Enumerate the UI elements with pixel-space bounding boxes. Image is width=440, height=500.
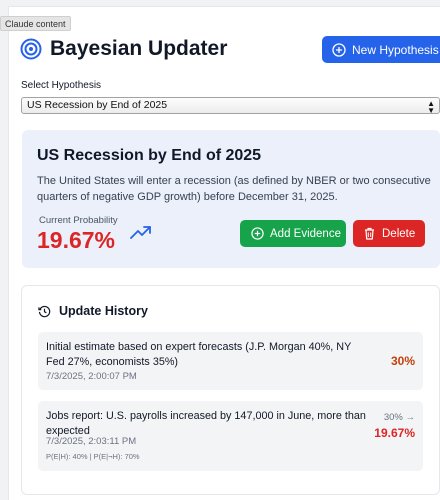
entry-timestamp: 7/3/2025, 2:00:07 PM — [46, 371, 137, 382]
history-icon — [38, 305, 51, 317]
plus-circle-icon — [251, 227, 264, 240]
delete-label: Delete — [382, 227, 416, 240]
entry-prior-probability: 30% → — [383, 412, 415, 423]
entry-probability: 30% — [390, 354, 415, 368]
hypothesis-title: US Recession by End of 2025 — [37, 147, 262, 164]
target-icon — [20, 38, 42, 60]
history-entry: Initial estimate based on expert forecas… — [38, 332, 423, 390]
hypothesis-description: The United States will enter a recession… — [37, 175, 431, 203]
probability-value: 19.67% — [37, 227, 116, 253]
trash-icon — [365, 227, 374, 240]
entry-probability: 19.67% — [374, 426, 415, 440]
update-history-panel: Update History Initial estimate based on… — [21, 285, 440, 495]
trending-up-icon — [130, 226, 151, 239]
entry-text: Jobs report: U.S. payrolls increased by … — [46, 410, 366, 437]
select-value: US Recession by End of 2025 — [27, 99, 168, 111]
probability-label: Current Probability — [39, 215, 118, 226]
entry-timestamp: 7/3/2025, 2:03:11 PM — [46, 436, 137, 447]
header: Bayesian Updater New Hypothesis — [20, 36, 440, 66]
history-header: Update History — [38, 304, 148, 318]
delete-button[interactable]: Delete — [353, 220, 425, 247]
select-arrows-icon: ▲ ▼ — [427, 99, 435, 115]
new-hypothesis-label: New Hypothesis — [352, 42, 439, 57]
history-entry: Jobs report: U.S. payrolls increased by … — [38, 401, 423, 471]
add-evidence-label: Add Evidence — [270, 227, 341, 240]
new-hypothesis-button[interactable]: New Hypothesis — [322, 36, 440, 63]
entry-likelihoods: P(E|H): 40% | P(E|¬H): 70% — [46, 452, 140, 461]
plus-circle-icon — [332, 42, 346, 57]
add-evidence-button[interactable]: Add Evidence — [240, 220, 346, 247]
entry-text: Initial estimate based on expert forecas… — [46, 341, 352, 368]
history-title: Update History — [59, 304, 148, 318]
tooltip: Claude content — [0, 16, 71, 31]
hypothesis-select[interactable]: US Recession by End of 2025 ▲ ▼ — [21, 97, 440, 115]
select-label: Select Hypothesis — [21, 80, 102, 91]
hypothesis-card: US Recession by End of 2025 The United S… — [22, 130, 440, 268]
app-title: Bayesian Updater — [50, 37, 228, 60]
